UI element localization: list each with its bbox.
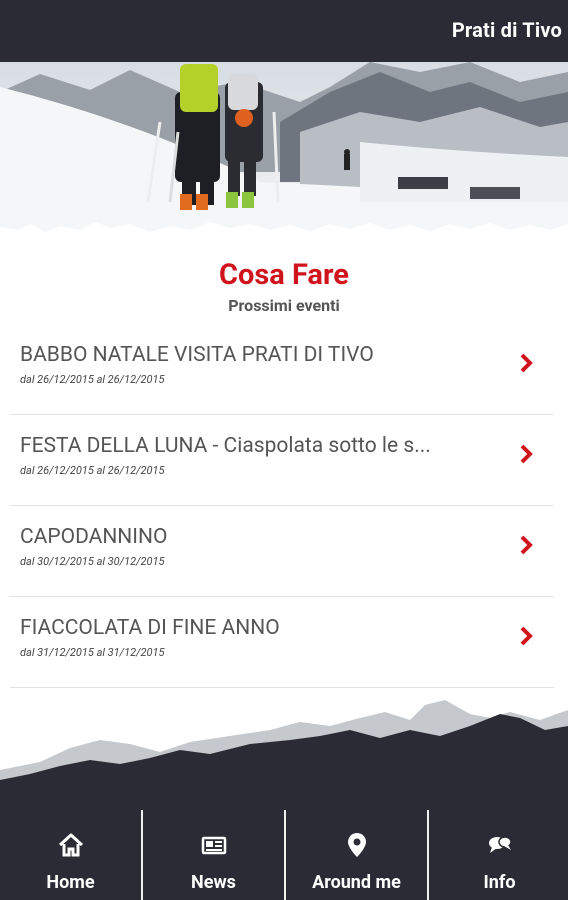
event-title: FESTA DELLA LUNA - Ciaspolata sotto le s… — [20, 434, 431, 458]
event-date: dal 30/12/2015 al 30/12/2015 — [20, 555, 165, 568]
newspaper-icon — [201, 836, 226, 855]
chevron-right-icon — [520, 444, 533, 464]
bottom-nav: Home News Around me Info — [0, 810, 568, 900]
tab-label: Around me — [312, 872, 401, 893]
event-list: BABBO NATALE VISITA PRATI DI TIVO dal 26… — [10, 324, 554, 688]
tab-label: Home — [46, 872, 95, 893]
app-header: Prati di Tivo — [0, 0, 568, 62]
event-title: FIACCOLATA DI FINE ANNO — [20, 616, 280, 640]
home-icon — [58, 833, 83, 857]
tab-home[interactable]: Home — [0, 810, 141, 900]
list-item[interactable]: FIACCOLATA DI FINE ANNO dal 31/12/2015 a… — [10, 597, 554, 688]
app-title: Prati di Tivo — [451, 18, 562, 42]
tab-news[interactable]: News — [143, 810, 284, 900]
map-pin-icon — [347, 833, 366, 857]
event-date: dal 31/12/2015 al 31/12/2015 — [20, 646, 165, 659]
tab-label: News — [191, 872, 236, 893]
tab-around-me[interactable]: Around me — [286, 810, 427, 900]
chevron-right-icon — [520, 626, 533, 646]
section-subtitle: Prossimi eventi — [228, 296, 340, 315]
list-item[interactable]: BABBO NATALE VISITA PRATI DI TIVO dal 26… — [10, 324, 554, 415]
section-title: Cosa Fare — [219, 258, 349, 292]
event-date: dal 26/12/2015 al 26/12/2015 — [20, 373, 165, 386]
mountain-silhouette — [0, 700, 568, 812]
chat-bubbles-icon — [488, 836, 512, 853]
list-item[interactable]: CAPODANNINO dal 30/12/2015 al 30/12/2015 — [10, 506, 554, 597]
chevron-right-icon — [520, 535, 533, 555]
event-title: BABBO NATALE VISITA PRATI DI TIVO — [20, 343, 374, 367]
tab-label: Info — [483, 872, 516, 893]
hero-image — [0, 62, 568, 237]
list-item[interactable]: FESTA DELLA LUNA - Ciaspolata sotto le s… — [10, 415, 554, 506]
event-date: dal 26/12/2015 al 26/12/2015 — [20, 464, 165, 477]
chevron-right-icon — [520, 353, 533, 373]
tab-info[interactable]: Info — [429, 810, 568, 900]
event-title: CAPODANNINO — [20, 525, 168, 549]
